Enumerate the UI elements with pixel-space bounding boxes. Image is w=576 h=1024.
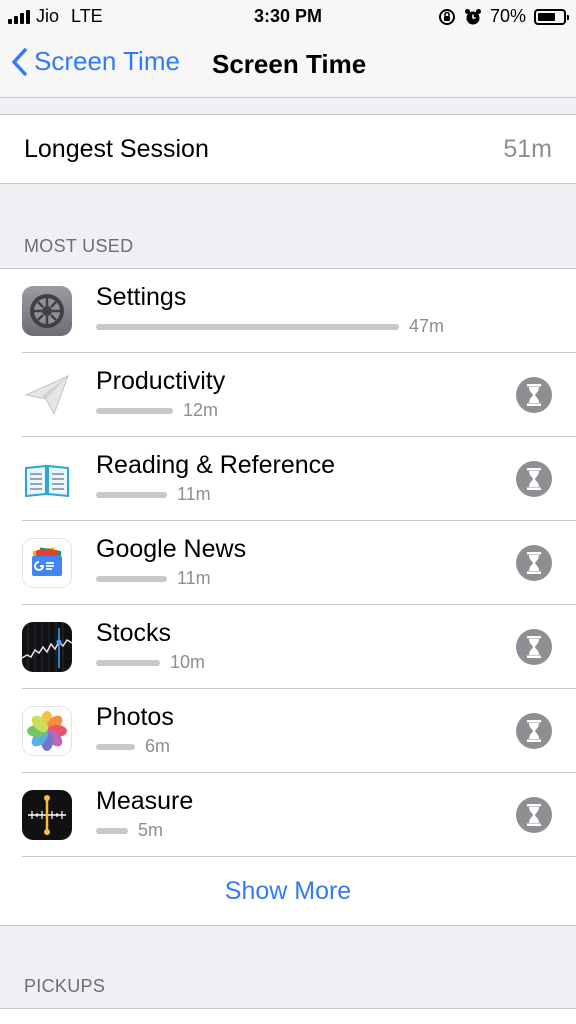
usage-bar-fill [96, 743, 135, 750]
app-row-photos[interactable]: Photos 6m [0, 689, 576, 773]
usage-bar: 10m [96, 652, 205, 673]
photos-icon [22, 706, 72, 756]
pickups-header: PICKUPS [24, 976, 106, 996]
app-row-google-news[interactable]: Google News 11m [0, 521, 576, 605]
app-row-reading-reference[interactable]: Reading & Reference 11m [0, 437, 576, 521]
usage-bar-fill [96, 659, 160, 666]
app-row-productivity[interactable]: Productivity 12m [0, 353, 576, 437]
alarm-icon [464, 8, 481, 24]
app-limit-button[interactable] [516, 377, 552, 413]
longest-session-value: 51m [503, 134, 552, 163]
usage-time: 11m [177, 484, 211, 504]
app-name: Reading & Reference [96, 451, 336, 479]
usage-bar-fill [96, 827, 128, 834]
hourglass-icon [527, 552, 541, 574]
usage-bar: 5m [96, 820, 163, 841]
chevron-left-icon [12, 47, 27, 76]
hourglass-icon [527, 384, 541, 406]
hourglass-icon [527, 804, 541, 826]
app-row-measure[interactable]: Measure 5m [0, 773, 576, 857]
battery-icon [534, 8, 569, 25]
app-row-stocks[interactable]: Stocks 10m [0, 605, 576, 689]
app-name: Settings [96, 283, 187, 311]
usage-bar: 11m [96, 568, 211, 589]
usage-bar: 12m [96, 400, 218, 421]
book-icon [22, 454, 72, 504]
longest-session-label: Longest Session [24, 134, 209, 163]
stocks-icon [22, 622, 72, 672]
longest-session-row: Longest Session 51m [0, 115, 576, 183]
usage-time: 12m [183, 400, 219, 420]
settings-icon [22, 286, 72, 336]
battery-percent: 70% [489, 6, 526, 26]
app-name: Photos [96, 703, 174, 731]
usage-bar: 47m [96, 316, 444, 337]
measure-icon [22, 790, 72, 840]
longest-session-group: Longest Session 51m [0, 114, 576, 184]
paper-plane-icon [22, 370, 72, 420]
usage-bar: 11m [96, 484, 211, 505]
app-limit-button[interactable] [516, 713, 552, 749]
most-used-header: MOST USED [24, 236, 134, 256]
show-more-button[interactable]: Show More [0, 857, 576, 925]
page-title: Screen Time [212, 49, 367, 79]
usage-time: 47m [409, 316, 445, 336]
app-limit-button[interactable] [516, 545, 552, 581]
usage-time: 11m [177, 568, 211, 588]
app-row-settings[interactable]: Settings 47m [0, 269, 576, 353]
hourglass-icon [527, 636, 541, 658]
app-limit-button[interactable] [516, 461, 552, 497]
usage-time: 5m [138, 820, 164, 840]
app-name: Productivity [96, 367, 226, 395]
hourglass-icon [527, 468, 541, 490]
navigation-bar: Screen Time Screen Time [0, 32, 576, 98]
usage-bar-fill [96, 323, 399, 330]
usage-bar-fill [96, 407, 173, 414]
back-button[interactable]: Screen Time [10, 46, 180, 77]
app-limit-button[interactable] [516, 629, 552, 665]
app-name: Google News [96, 535, 247, 563]
hourglass-icon [527, 720, 541, 742]
app-name: Measure [96, 787, 194, 815]
app-limit-button[interactable] [516, 797, 552, 833]
usage-time: 6m [145, 736, 171, 756]
usage-bar: 6m [96, 736, 170, 757]
usage-bar-fill [96, 491, 167, 498]
most-used-list: Settings 47m Productivity 12m Reading & … [0, 268, 576, 926]
status-bar: Jio LTE 3:30 PM 70% [0, 0, 576, 32]
pickups-group [0, 1008, 576, 1024]
usage-bar-fill [96, 575, 167, 582]
app-name: Stocks [96, 619, 172, 647]
usage-time: 10m [170, 652, 206, 672]
orientation-lock-icon [438, 8, 455, 25]
back-button-label: Screen Time [34, 46, 180, 76]
google-news-icon [22, 538, 72, 588]
